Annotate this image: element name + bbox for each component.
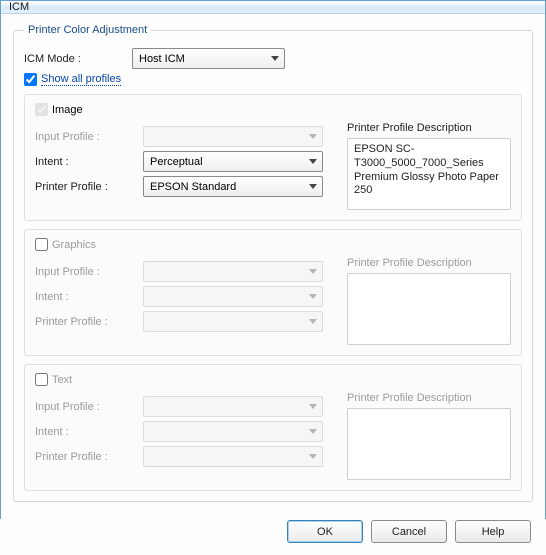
image-intent-label: Intent : xyxy=(35,156,143,168)
titlebar: ICM xyxy=(1,1,545,14)
image-input-profile-select xyxy=(143,126,323,147)
button-bar: OK Cancel Help xyxy=(1,510,545,555)
color-adjustment-group: Printer Color Adjustment ICM Mode : Host… xyxy=(13,24,533,502)
text-section-head: Text xyxy=(35,373,511,386)
show-all-profiles-checkbox[interactable] xyxy=(24,73,37,86)
graphics-checkbox[interactable] xyxy=(35,238,48,251)
graphics-printer-profile-label: Printer Profile : xyxy=(35,316,143,328)
text-checkbox[interactable] xyxy=(35,373,48,386)
text-input-profile-select xyxy=(143,396,323,417)
text-printer-profile-label: Printer Profile : xyxy=(35,451,143,463)
graphics-intent-wrap xyxy=(143,286,323,307)
cancel-button[interactable]: Cancel xyxy=(371,520,447,543)
icm-mode-select-wrap[interactable]: Host ICM xyxy=(132,48,285,69)
window-title: ICM xyxy=(9,1,29,13)
image-desc-l4: 250 xyxy=(354,184,504,198)
image-input-profile-label: Input Profile : xyxy=(35,131,143,143)
graphics-section: Graphics Input Profile : Intent : xyxy=(24,229,522,356)
show-all-profiles-row: Show all profiles xyxy=(24,73,522,86)
image-input-profile-wrap xyxy=(143,126,323,147)
text-input-profile-wrap xyxy=(143,396,323,417)
image-intent-wrap[interactable]: Perceptual xyxy=(143,151,323,172)
graphics-input-profile-select xyxy=(143,261,323,282)
graphics-title: Graphics xyxy=(52,239,96,251)
image-checkbox xyxy=(35,103,48,116)
graphics-printer-profile-wrap xyxy=(143,311,323,332)
graphics-input-profile-label: Input Profile : xyxy=(35,266,143,278)
graphics-desc-title: Printer Profile Description xyxy=(347,257,511,269)
ok-button[interactable]: OK xyxy=(287,520,363,543)
graphics-intent-select xyxy=(143,286,323,307)
content-area: Printer Color Adjustment ICM Mode : Host… xyxy=(1,14,545,510)
graphics-desc-box xyxy=(347,273,511,345)
image-printer-profile-label: Printer Profile : xyxy=(35,181,143,193)
image-desc-box: EPSON SC- T3000_5000_7000_Series Premium… xyxy=(347,138,511,210)
text-printer-profile-select xyxy=(143,446,323,467)
image-desc-l3: Premium Glossy Photo Paper xyxy=(354,171,504,185)
text-desc-box xyxy=(347,408,511,480)
text-intent-select xyxy=(143,421,323,442)
graphics-input-profile-wrap xyxy=(143,261,323,282)
graphics-section-head: Graphics xyxy=(35,238,511,251)
icm-mode-label: ICM Mode : xyxy=(24,53,132,65)
icm-mode-row: ICM Mode : Host ICM xyxy=(24,48,522,69)
help-button[interactable]: Help xyxy=(455,520,531,543)
show-all-profiles-label[interactable]: Show all profiles xyxy=(41,73,121,86)
image-section: Image Input Profile : Intent : xyxy=(24,94,522,221)
graphics-printer-profile-select xyxy=(143,311,323,332)
text-section: Text Input Profile : Intent : xyxy=(24,364,522,491)
text-desc-title: Printer Profile Description xyxy=(347,392,511,404)
text-input-profile-label: Input Profile : xyxy=(35,401,143,413)
image-intent-select[interactable]: Perceptual xyxy=(143,151,323,172)
group-legend: Printer Color Adjustment xyxy=(24,24,151,36)
image-printer-profile-wrap[interactable]: EPSON Standard xyxy=(143,176,323,197)
graphics-intent-label: Intent : xyxy=(35,291,143,303)
text-intent-label: Intent : xyxy=(35,426,143,438)
image-section-head: Image xyxy=(35,103,511,116)
image-printer-profile-select[interactable]: EPSON Standard xyxy=(143,176,323,197)
text-intent-wrap xyxy=(143,421,323,442)
image-title: Image xyxy=(52,104,83,116)
icm-mode-select[interactable]: Host ICM xyxy=(132,48,285,69)
image-desc-title: Printer Profile Description xyxy=(347,122,511,134)
image-desc-l2: T3000_5000_7000_Series xyxy=(354,157,504,171)
image-desc-l1: EPSON SC- xyxy=(354,143,504,157)
text-printer-profile-wrap xyxy=(143,446,323,467)
text-title: Text xyxy=(52,374,72,386)
